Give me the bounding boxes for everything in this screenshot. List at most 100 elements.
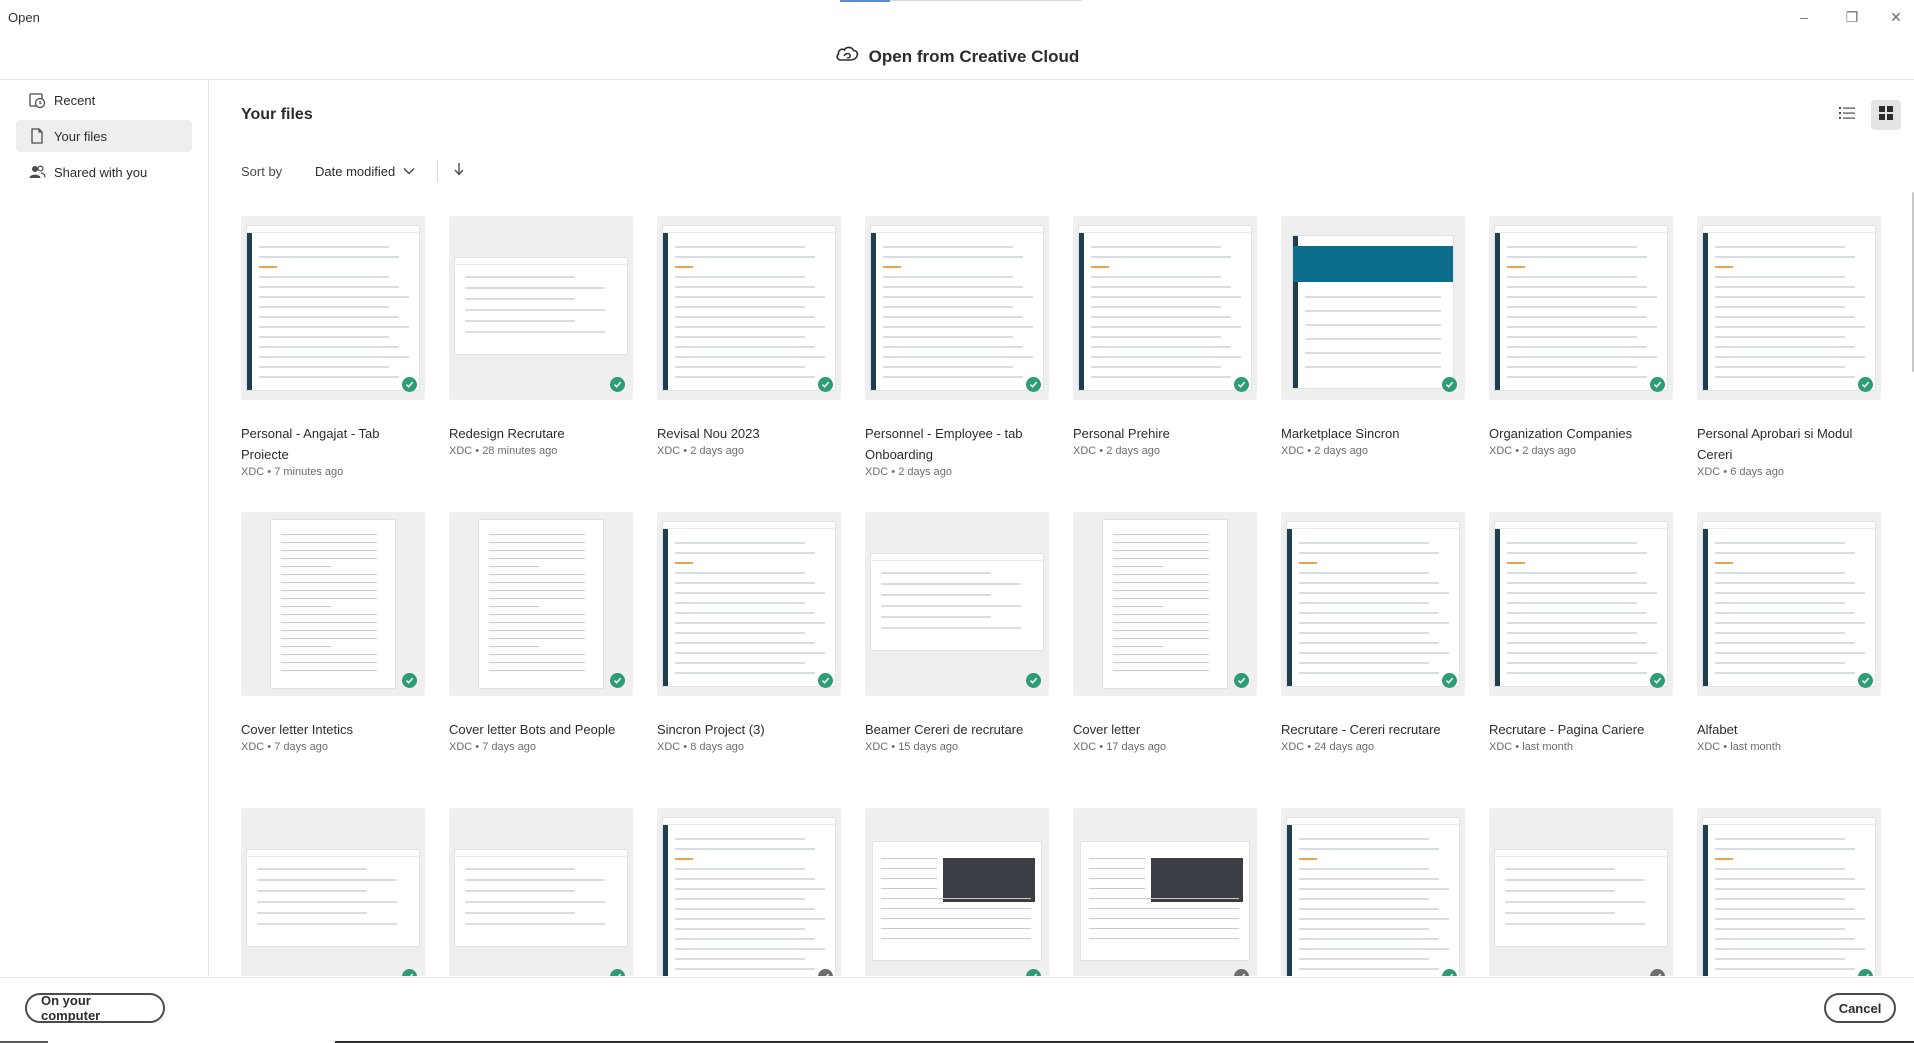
file-name[interactable]: Alfabet xyxy=(1697,719,1881,740)
window-titlebar: Open – ❐ ✕ xyxy=(0,0,1914,34)
file-thumbnail[interactable] xyxy=(657,808,841,976)
sort-dropdown[interactable]: Date modified xyxy=(309,158,421,184)
file-thumbnail[interactable] xyxy=(1281,808,1465,976)
file-name[interactable]: Recrutare - Pagina Cariere xyxy=(1489,719,1673,740)
file-meta: XDC • last month xyxy=(1489,741,1573,753)
file-thumbnail[interactable] xyxy=(449,512,633,696)
synced-check-icon xyxy=(1234,377,1249,392)
file-name[interactable]: Organization Companies xyxy=(1489,423,1673,444)
file-name[interactable]: Personal Aprobari si Modul Cereri xyxy=(1697,423,1881,465)
synced-check-icon xyxy=(1234,673,1249,688)
file-card[interactable]: Cover letter XDC • 17 days ago xyxy=(1073,512,1257,753)
sidebar-item-your-files[interactable]: Your files xyxy=(16,120,192,152)
file-thumbnail[interactable] xyxy=(1489,216,1673,400)
file-name[interactable]: Cover letter Bots and People xyxy=(449,719,633,740)
dialog-title: Open from Creative Cloud xyxy=(868,46,1080,66)
file-card[interactable]: Personal Aprobari si Modul Cereri XDC • 6… xyxy=(1697,216,1881,478)
file-thumbnail[interactable] xyxy=(865,512,1049,696)
file-thumbnail[interactable] xyxy=(1281,216,1465,400)
file-card[interactable]: Marketplace Sincron XDC • 2 days ago xyxy=(1281,216,1465,457)
artboard-preview xyxy=(455,258,627,354)
file-meta: XDC • 17 days ago xyxy=(1073,741,1167,753)
file-name[interactable]: Beamer Cereri de recrutare xyxy=(865,719,1049,740)
file-name[interactable]: Personal Prehire xyxy=(1073,423,1257,444)
artboard-preview xyxy=(1495,226,1667,390)
cancel-button[interactable]: Cancel xyxy=(1824,993,1896,1023)
file-meta: XDC • 2 days ago xyxy=(657,445,745,457)
file-thumbnail[interactable] xyxy=(865,216,1049,400)
file-card[interactable]: Organization Companies XDC • 2 days ago xyxy=(1489,216,1673,457)
file-thumbnail[interactable] xyxy=(241,512,425,696)
file-thumbnail[interactable] xyxy=(1697,808,1881,976)
file-name[interactable]: Marketplace Sincron xyxy=(1281,423,1465,444)
chevron-down-icon xyxy=(403,167,415,175)
grid-view-button[interactable] xyxy=(1871,100,1901,130)
file-card[interactable] xyxy=(657,808,841,976)
file-name[interactable]: Redesign Recrutare xyxy=(449,423,633,444)
file-thumbnail[interactable] xyxy=(1697,512,1881,696)
on-your-computer-button[interactable]: On your computer xyxy=(25,993,165,1023)
file-card[interactable]: Beamer Cereri de recrutare XDC • 15 days … xyxy=(865,512,1049,753)
file-thumbnail[interactable] xyxy=(241,216,425,400)
sidebar-item-shared[interactable]: Shared with you xyxy=(16,156,192,188)
file-card[interactable]: Alfabet XDC • last month xyxy=(1697,512,1881,753)
minimize-button[interactable]: – xyxy=(1788,6,1820,28)
sort-divider xyxy=(437,160,438,182)
file-thumbnail[interactable] xyxy=(657,216,841,400)
file-card[interactable] xyxy=(1489,808,1673,976)
file-name[interactable]: Personal - Angajat - Tab Proiecte xyxy=(241,423,425,465)
synced-check-icon xyxy=(1026,377,1041,392)
file-thumbnail[interactable] xyxy=(865,808,1049,976)
file-card[interactable]: Recrutare - Cereri recrutare XDC • 24 day… xyxy=(1281,512,1465,753)
file-card[interactable]: Cover letter Intetics XDC • 7 days ago xyxy=(241,512,425,753)
file-name[interactable]: Revisal Nou 2023 xyxy=(657,423,841,444)
people-icon xyxy=(28,163,46,181)
file-thumbnail[interactable] xyxy=(1073,808,1257,976)
file-card[interactable] xyxy=(1073,808,1257,976)
file-thumbnail[interactable] xyxy=(449,808,633,976)
restore-button[interactable]: ❐ xyxy=(1836,6,1868,28)
file-card[interactable]: Redesign Recrutare XDC • 28 minutes ago xyxy=(449,216,633,457)
file-card[interactable] xyxy=(449,808,633,976)
file-thumbnail[interactable] xyxy=(1697,216,1881,400)
synced-check-icon xyxy=(1858,673,1873,688)
file-card[interactable]: Revisal Nou 2023 XDC • 2 days ago xyxy=(657,216,841,457)
file-card[interactable]: Personnel - Employee - tab Onboarding XDC… xyxy=(865,216,1049,478)
artboard-preview xyxy=(1287,818,1459,976)
file-name[interactable]: Personnel - Employee - tab Onboarding xyxy=(865,423,1049,465)
file-card[interactable]: Sincron Project (3) XDC • 8 days ago xyxy=(657,512,841,753)
file-thumbnail[interactable] xyxy=(1281,512,1465,696)
file-meta: XDC • last month xyxy=(1697,741,1781,753)
artboard-preview xyxy=(247,850,419,946)
creative-cloud-icon xyxy=(835,45,859,68)
sort-direction-button[interactable] xyxy=(446,158,472,184)
list-view-button[interactable] xyxy=(1832,100,1862,130)
artboard-preview xyxy=(1703,522,1875,686)
synced-check-icon xyxy=(402,673,417,688)
file-name[interactable]: Cover letter xyxy=(1073,719,1257,740)
file-card[interactable]: Cover letter Bots and People XDC • 7 days… xyxy=(449,512,633,753)
synced-check-icon xyxy=(1650,377,1665,392)
file-card[interactable]: Personal - Angajat - Tab Proiecte XDC • 7… xyxy=(241,216,425,478)
file-thumbnail[interactable] xyxy=(657,512,841,696)
sidebar-item-recent[interactable]: Recent xyxy=(16,84,192,116)
file-thumbnail[interactable] xyxy=(449,216,633,400)
file-card[interactable] xyxy=(1281,808,1465,976)
file-card[interactable]: Recrutare - Pagina Cariere XDC • last mon… xyxy=(1489,512,1673,753)
file-card[interactable] xyxy=(241,808,425,976)
file-name[interactable]: Sincron Project (3) xyxy=(657,719,841,740)
artboard-preview xyxy=(873,842,1041,960)
file-meta: XDC • 2 days ago xyxy=(865,466,953,478)
file-thumbnail[interactable] xyxy=(1489,512,1673,696)
synced-check-icon xyxy=(610,969,625,976)
file-card[interactable] xyxy=(1697,808,1881,976)
file-thumbnail[interactable] xyxy=(1073,216,1257,400)
file-card[interactable]: Personal Prehire XDC • 2 days ago xyxy=(1073,216,1257,457)
file-card[interactable] xyxy=(865,808,1049,976)
file-thumbnail[interactable] xyxy=(241,808,425,976)
file-thumbnail[interactable] xyxy=(1073,512,1257,696)
file-name[interactable]: Recrutare - Cereri recrutare xyxy=(1281,719,1465,740)
file-name[interactable]: Cover letter Intetics xyxy=(241,719,425,740)
file-thumbnail[interactable] xyxy=(1489,808,1673,976)
close-window-button[interactable]: ✕ xyxy=(1880,6,1912,28)
